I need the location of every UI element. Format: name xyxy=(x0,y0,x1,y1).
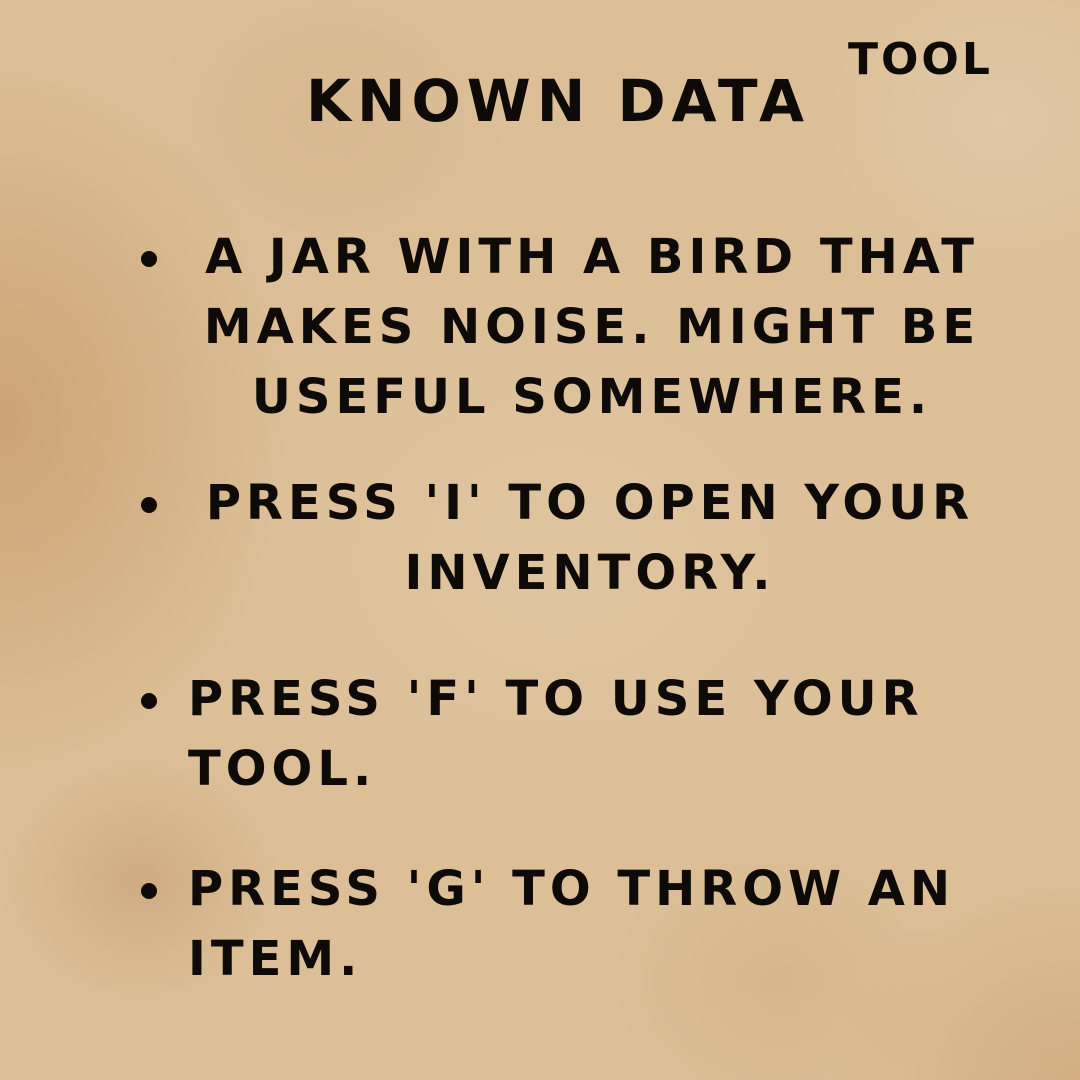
bullet-icon xyxy=(141,497,157,513)
known-data-note: KNOWN DATA TOOL A JAR WITH A BIRD THAT M… xyxy=(0,0,1080,1080)
page-title: KNOWN DATA xyxy=(306,67,810,135)
list-item-throw-item-key: PRESS 'G' TO THROW AN ITEM. xyxy=(188,861,956,987)
bullet-icon xyxy=(141,883,157,899)
list-item-jar-bird: A JAR WITH A BIRD THAT MAKES NOISE. MIGH… xyxy=(203,229,981,425)
list-item-inventory-key: PRESS 'I' TO OPEN YOUR INVENTORY. xyxy=(205,475,975,601)
list-item-use-tool-key: PRESS 'F' TO USE YOUR TOOL. xyxy=(188,671,924,797)
bullet-icon xyxy=(141,693,157,709)
bullet-icon xyxy=(141,251,157,267)
tool-label: TOOL xyxy=(848,34,993,85)
